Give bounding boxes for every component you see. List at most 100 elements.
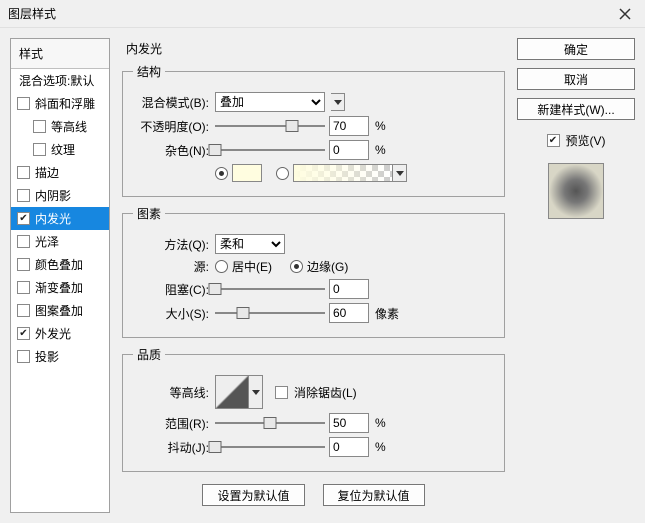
- chevron-down-icon: [252, 390, 260, 395]
- contour-swatch[interactable]: [215, 375, 249, 409]
- sidebar-item-checkbox[interactable]: [17, 350, 30, 363]
- sidebar-item-4[interactable]: 内阴影: [11, 184, 109, 207]
- jitter-input[interactable]: [329, 437, 369, 457]
- color-solid-radio[interactable]: [215, 167, 228, 180]
- sidebar-item-label: 渐变叠加: [35, 279, 83, 296]
- close-button[interactable]: [613, 2, 637, 26]
- opacity-label: 不透明度(O):: [133, 118, 215, 135]
- sidebar-item-9[interactable]: 图案叠加: [11, 299, 109, 322]
- sidebar-item-8[interactable]: 渐变叠加: [11, 276, 109, 299]
- cancel-button[interactable]: 取消: [517, 68, 635, 90]
- choke-slider[interactable]: [215, 281, 325, 297]
- preview-thumbnail: [548, 163, 604, 219]
- noise-slider[interactable]: [215, 142, 325, 158]
- sidebar-item-checkbox[interactable]: [33, 143, 46, 156]
- sidebar-item-label: 光泽: [35, 233, 59, 250]
- source-edge-label: 边缘(G): [307, 258, 348, 275]
- group-elements-legend: 图素: [133, 205, 165, 222]
- sidebar-item-checkbox[interactable]: [17, 235, 30, 248]
- size-input[interactable]: [329, 303, 369, 323]
- jitter-label: 抖动(J):: [133, 439, 215, 456]
- source-edge-radio[interactable]: [290, 260, 303, 273]
- sidebar-item-checkbox[interactable]: [17, 97, 30, 110]
- blend-mode-select[interactable]: 叠加: [215, 92, 325, 112]
- sidebar-item-1[interactable]: 等高线: [11, 115, 109, 138]
- opacity-unit: %: [375, 119, 386, 133]
- preview-label: 预览(V): [566, 132, 606, 149]
- sidebar-item-label: 投影: [35, 348, 59, 365]
- gradient-dropdown[interactable]: [393, 164, 407, 182]
- range-label: 范围(R):: [133, 415, 215, 432]
- group-elements: 图素 方法(Q): 柔和 源: 居中(E) 边缘(G) 阻塞(C): 大小(S)…: [122, 205, 505, 338]
- group-structure-legend: 结构: [133, 63, 165, 80]
- color-gradient-radio[interactable]: [276, 167, 289, 180]
- size-slider[interactable]: [215, 305, 325, 321]
- sidebar-item-label: 等高线: [51, 118, 87, 135]
- blend-mode-extra-dropdown[interactable]: [331, 93, 345, 111]
- sidebar-item-5[interactable]: 内发光: [11, 207, 109, 230]
- glow-color-swatch[interactable]: [232, 164, 262, 182]
- opacity-slider[interactable]: [215, 118, 325, 134]
- source-center-radio[interactable]: [215, 260, 228, 273]
- sidebar-item-3[interactable]: 描边: [11, 161, 109, 184]
- sidebar-item-label: 斜面和浮雕: [35, 95, 95, 112]
- close-icon: [619, 8, 631, 20]
- sidebar-item-label: 纹理: [51, 141, 75, 158]
- group-quality-legend: 品质: [133, 346, 165, 363]
- method-label: 方法(Q):: [133, 236, 215, 253]
- size-unit: 像素: [375, 305, 399, 322]
- blend-mode-label: 混合模式(B):: [133, 94, 215, 111]
- noise-input[interactable]: [329, 140, 369, 160]
- glow-gradient-swatch[interactable]: [293, 164, 393, 182]
- group-quality: 品质 等高线: 消除锯齿(L) 范围(R): % 抖动(J): %: [122, 346, 505, 472]
- preview-checkbox[interactable]: [547, 134, 560, 147]
- sidebar-item-checkbox[interactable]: [17, 327, 30, 340]
- sidebar-item-10[interactable]: 外发光: [11, 322, 109, 345]
- sidebar-item-label: 颜色叠加: [35, 256, 83, 273]
- sidebar-item-6[interactable]: 光泽: [11, 230, 109, 253]
- sidebar-item-checkbox[interactable]: [17, 166, 30, 179]
- jitter-unit: %: [375, 440, 386, 454]
- choke-input[interactable]: [329, 279, 369, 299]
- chevron-down-icon: [396, 171, 404, 176]
- sidebar-item-label: 描边: [35, 164, 59, 181]
- panel-title: 内发光: [122, 38, 505, 63]
- sidebar-item-7[interactable]: 颜色叠加: [11, 253, 109, 276]
- source-label: 源:: [133, 258, 215, 275]
- sidebar-item-2[interactable]: 纹理: [11, 138, 109, 161]
- sidebar-item-label: 内阴影: [35, 187, 71, 204]
- new-style-button[interactable]: 新建样式(W)...: [517, 98, 635, 120]
- contour-dropdown[interactable]: [249, 375, 263, 409]
- sidebar-item-label: 外发光: [35, 325, 71, 342]
- sidebar-header: 样式: [11, 39, 109, 69]
- opacity-input[interactable]: [329, 116, 369, 136]
- antialias-label: 消除锯齿(L): [294, 384, 357, 401]
- sidebar-item-checkbox[interactable]: [17, 212, 30, 225]
- method-select[interactable]: 柔和: [215, 234, 285, 254]
- sidebar-item-11[interactable]: 投影: [11, 345, 109, 368]
- ok-button[interactable]: 确定: [517, 38, 635, 60]
- choke-label: 阻塞(C):: [133, 281, 215, 298]
- jitter-slider[interactable]: [215, 439, 325, 455]
- source-center-label: 居中(E): [232, 258, 272, 275]
- sidebar-item-label: 内发光: [35, 210, 71, 227]
- sidebar-item-checkbox[interactable]: [17, 189, 30, 202]
- range-slider[interactable]: [215, 415, 325, 431]
- set-default-button[interactable]: 设置为默认值: [202, 484, 304, 506]
- sidebar-item-0[interactable]: 斜面和浮雕: [11, 92, 109, 115]
- window-title: 图层样式: [8, 5, 613, 22]
- antialias-checkbox[interactable]: [275, 386, 288, 399]
- sidebar-item-checkbox[interactable]: [17, 281, 30, 294]
- reset-default-button[interactable]: 复位为默认值: [323, 484, 425, 506]
- size-label: 大小(S):: [133, 305, 215, 322]
- noise-unit: %: [375, 143, 386, 157]
- sidebar-item-checkbox[interactable]: [17, 258, 30, 271]
- sidebar-item-checkbox[interactable]: [17, 304, 30, 317]
- contour-label: 等高线:: [133, 384, 215, 401]
- range-input[interactable]: [329, 413, 369, 433]
- sidebar-item-checkbox[interactable]: [33, 120, 46, 133]
- blend-options-item[interactable]: 混合选项:默认: [11, 69, 109, 92]
- sidebar-item-label: 图案叠加: [35, 302, 83, 319]
- styles-sidebar: 样式 混合选项:默认 斜面和浮雕等高线纹理描边内阴影内发光光泽颜色叠加渐变叠加图…: [10, 38, 110, 513]
- range-unit: %: [375, 416, 386, 430]
